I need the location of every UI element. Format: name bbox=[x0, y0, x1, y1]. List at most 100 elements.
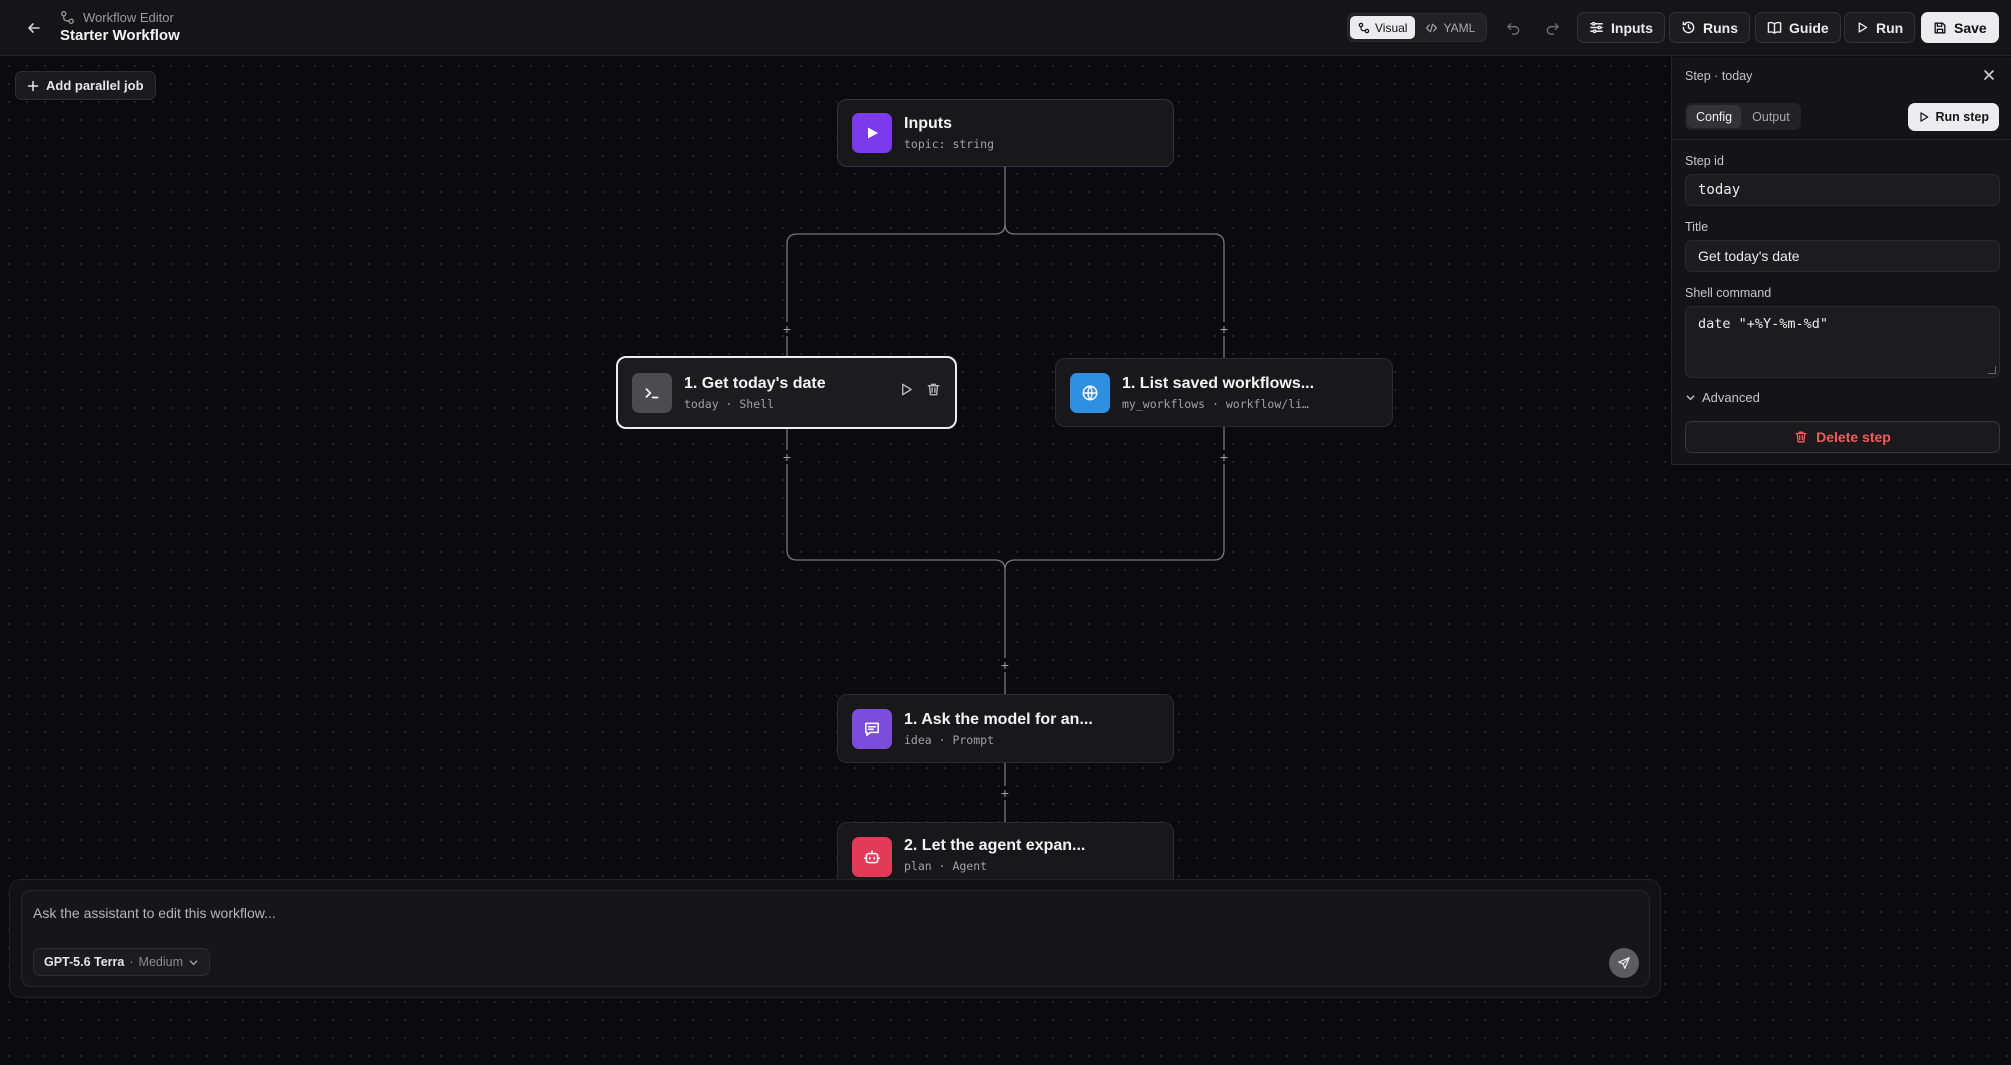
run-step-button[interactable]: Run step bbox=[1907, 103, 1999, 131]
step-id-label: Step id bbox=[1685, 154, 1724, 168]
node-idea[interactable]: 1. Ask the model for an... idea · Prompt bbox=[837, 694, 1174, 763]
workflow-title: Starter Workflow bbox=[60, 27, 180, 44]
node-title: 2. Let the agent expan... bbox=[904, 837, 1086, 854]
robot-icon bbox=[852, 837, 892, 877]
add-parallel-job-button[interactable]: Add parallel job bbox=[15, 71, 156, 100]
panel-title: Step · today bbox=[1685, 69, 1753, 83]
play-icon bbox=[902, 383, 912, 396]
yaml-mode-label: YAML bbox=[1443, 20, 1476, 35]
undo-button[interactable] bbox=[1499, 14, 1527, 42]
sliders-icon bbox=[1590, 21, 1603, 34]
top-bar: Workflow Editor Starter Workflow Visual … bbox=[0, 0, 2011, 56]
assistant-composer: Ask the assistant to edit this workflow.… bbox=[9, 879, 1661, 998]
visual-mode-label: Visual bbox=[1375, 20, 1408, 35]
resize-handle[interactable] bbox=[1988, 366, 1996, 374]
terminal-icon bbox=[632, 372, 672, 413]
history-icon bbox=[1682, 21, 1695, 34]
title-field[interactable]: Get today's date bbox=[1685, 240, 2000, 272]
insert-step-button[interactable]: + bbox=[998, 786, 1012, 800]
code-icon bbox=[1426, 23, 1438, 32]
back-button[interactable] bbox=[20, 14, 48, 42]
node-title: Inputs bbox=[904, 115, 952, 132]
model-separator: · bbox=[129, 955, 134, 969]
play-icon bbox=[852, 113, 892, 153]
run-step-label: Run step bbox=[1935, 110, 1989, 124]
title-value: Get today's date bbox=[1698, 248, 1800, 264]
workflow-icon bbox=[1358, 22, 1370, 33]
insert-step-button[interactable]: + bbox=[780, 322, 794, 336]
advanced-toggle[interactable]: Advanced bbox=[1685, 390, 1760, 405]
node-list[interactable]: 1. List saved workflows... my_workflows … bbox=[1055, 358, 1393, 427]
node-subtitle: plan · Agent bbox=[904, 859, 988, 873]
guide-label: Guide bbox=[1789, 19, 1829, 36]
globe-icon bbox=[1070, 372, 1110, 413]
shell-command-label: Shell command bbox=[1685, 286, 1772, 300]
insert-step-button[interactable]: + bbox=[1217, 322, 1231, 336]
chevron-down-icon bbox=[189, 959, 198, 965]
undo-icon bbox=[1506, 22, 1519, 35]
redo-icon bbox=[1546, 22, 1559, 35]
close-icon bbox=[1984, 70, 1994, 80]
trash-icon bbox=[927, 383, 940, 396]
insert-step-button[interactable]: + bbox=[780, 450, 794, 464]
runs-button[interactable]: Runs bbox=[1669, 12, 1750, 43]
model-level: Medium bbox=[138, 955, 183, 969]
node-subtitle: my_workflows · workflow/li… bbox=[1122, 396, 1309, 411]
run-label: Run bbox=[1876, 19, 1904, 36]
add-parallel-job-label: Add parallel job bbox=[46, 78, 144, 93]
workflow-icon bbox=[61, 11, 74, 24]
trash-icon bbox=[1795, 431, 1807, 443]
node-inputs[interactable]: Inputs topic: string bbox=[837, 99, 1174, 167]
model-selector[interactable]: GPT-5.6 Terra · Medium bbox=[33, 948, 210, 976]
node-title: 1. Ask the model for an... bbox=[904, 710, 1093, 728]
tab-output[interactable]: Output bbox=[1743, 105, 1799, 128]
step-id-value: today bbox=[1698, 182, 1741, 198]
step-config-panel: Step · today Config Output Run step Step… bbox=[1671, 57, 2011, 465]
shell-command-value: date "+%Y-%m-%d" bbox=[1698, 316, 1829, 332]
panel-tabs: Config Output bbox=[1685, 103, 1801, 130]
play-icon bbox=[1919, 112, 1928, 122]
chat-icon bbox=[852, 708, 892, 749]
save-button[interactable]: Save bbox=[1921, 12, 1999, 43]
advanced-label: Advanced bbox=[1702, 390, 1760, 405]
book-icon bbox=[1767, 21, 1782, 34]
save-label: Save bbox=[1954, 19, 1987, 36]
node-title: 1. List saved workflows... bbox=[1122, 374, 1315, 392]
delete-step-button[interactable] bbox=[926, 382, 941, 397]
play-icon bbox=[1858, 22, 1868, 33]
run-button[interactable]: Run bbox=[1844, 12, 1916, 43]
tab-config[interactable]: Config bbox=[1687, 105, 1742, 128]
assistant-input[interactable]: Ask the assistant to edit this workflow.… bbox=[21, 890, 1650, 987]
inputs-label: Inputs bbox=[1611, 19, 1653, 36]
model-name: GPT-5.6 Terra bbox=[44, 955, 125, 969]
redo-button[interactable] bbox=[1538, 14, 1566, 42]
node-title: 1. Get today's date bbox=[684, 374, 826, 392]
guide-button[interactable]: Guide bbox=[1755, 12, 1841, 43]
inputs-button[interactable]: Inputs bbox=[1577, 12, 1665, 43]
chevron-down-icon bbox=[1686, 395, 1695, 401]
node-plan[interactable]: 2. Let the agent expan... plan · Agent bbox=[837, 822, 1174, 879]
step-id-field[interactable]: today bbox=[1685, 174, 2000, 206]
assistant-input-placeholder: Ask the assistant to edit this workflow.… bbox=[33, 905, 276, 921]
plus-icon bbox=[27, 80, 39, 91]
run-step-button[interactable] bbox=[899, 382, 914, 397]
node-today[interactable]: 1. Get today's date today · Shell bbox=[616, 356, 957, 429]
breadcrumb: Workflow Editor bbox=[60, 10, 174, 25]
save-icon bbox=[1934, 22, 1946, 33]
yaml-mode-button[interactable]: YAML bbox=[1417, 16, 1483, 39]
close-panel-button[interactable] bbox=[1981, 67, 1997, 83]
node-subtitle: today · Shell bbox=[684, 396, 775, 411]
runs-label: Runs bbox=[1703, 19, 1738, 36]
delete-step-label: Delete step bbox=[1816, 429, 1891, 445]
delete-step-button[interactable]: Delete step bbox=[1685, 421, 2000, 453]
shell-command-field[interactable]: date "+%Y-%m-%d" bbox=[1685, 306, 2000, 378]
insert-step-button[interactable]: + bbox=[998, 658, 1012, 672]
send-button[interactable] bbox=[1609, 948, 1639, 978]
arrow-left-icon bbox=[28, 23, 40, 33]
insert-step-button[interactable]: + bbox=[1217, 450, 1231, 464]
view-mode-toggle: Visual YAML bbox=[1347, 13, 1487, 42]
node-subtitle: idea · Prompt bbox=[904, 732, 995, 747]
visual-mode-button[interactable]: Visual bbox=[1350, 16, 1416, 39]
divider bbox=[1672, 139, 2011, 140]
node-subtitle: topic: string bbox=[904, 137, 995, 151]
